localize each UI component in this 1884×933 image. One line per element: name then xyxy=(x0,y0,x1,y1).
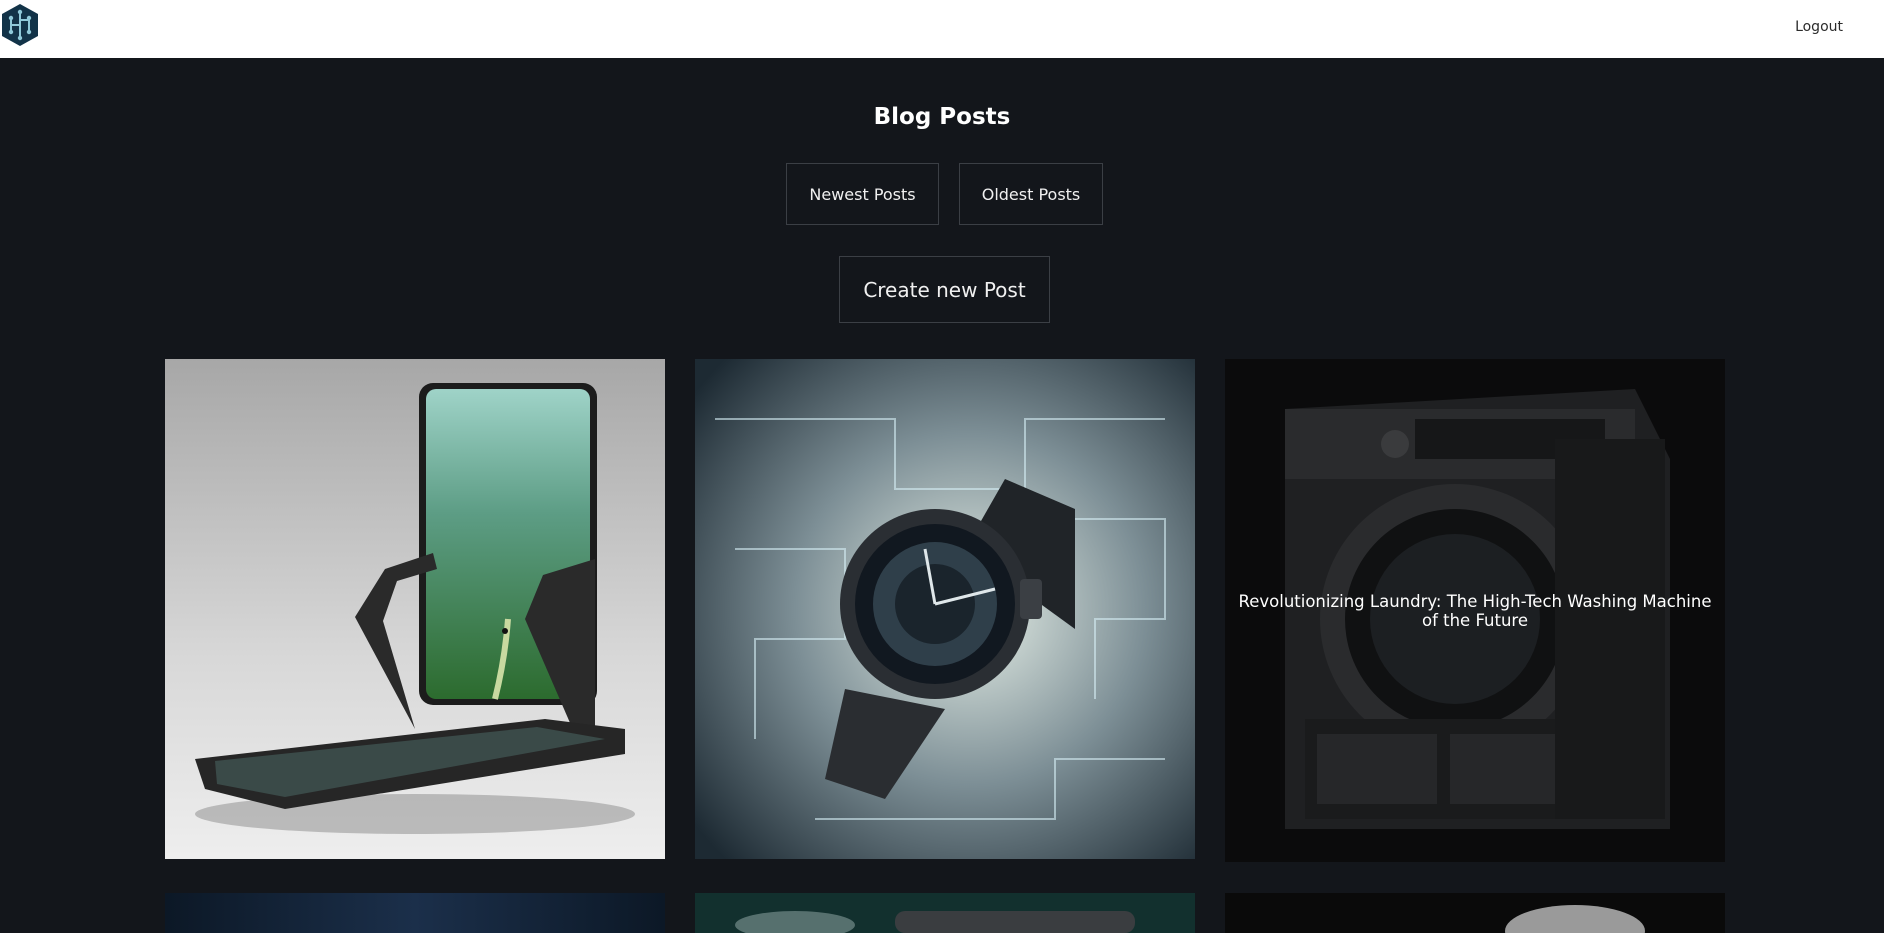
post-title: Revolutionizing Laundry: The High-Tech W… xyxy=(1238,591,1712,630)
hexagon-circuit-logo-icon[interactable] xyxy=(0,2,40,48)
post-card[interactable] xyxy=(165,359,665,859)
create-post-button[interactable]: Create new Post xyxy=(839,256,1050,323)
post-card[interactable] xyxy=(165,893,665,933)
page-title: Blog Posts xyxy=(873,104,1011,130)
post-title xyxy=(695,359,1195,859)
post-title xyxy=(165,893,665,933)
post-card[interactable] xyxy=(695,359,1195,859)
top-navbar: Logout xyxy=(0,0,1884,58)
post-title xyxy=(165,359,665,859)
post-title xyxy=(695,893,1195,933)
newest-posts-button[interactable]: Newest Posts xyxy=(786,163,939,225)
post-title xyxy=(1225,893,1725,933)
post-card[interactable] xyxy=(695,893,1195,933)
oldest-posts-button[interactable]: Oldest Posts xyxy=(959,163,1103,225)
logout-link[interactable]: Logout xyxy=(1795,19,1843,35)
post-card[interactable]: Revolutionizing Laundry: The High-Tech W… xyxy=(1225,359,1725,862)
post-card[interactable] xyxy=(1225,893,1725,933)
